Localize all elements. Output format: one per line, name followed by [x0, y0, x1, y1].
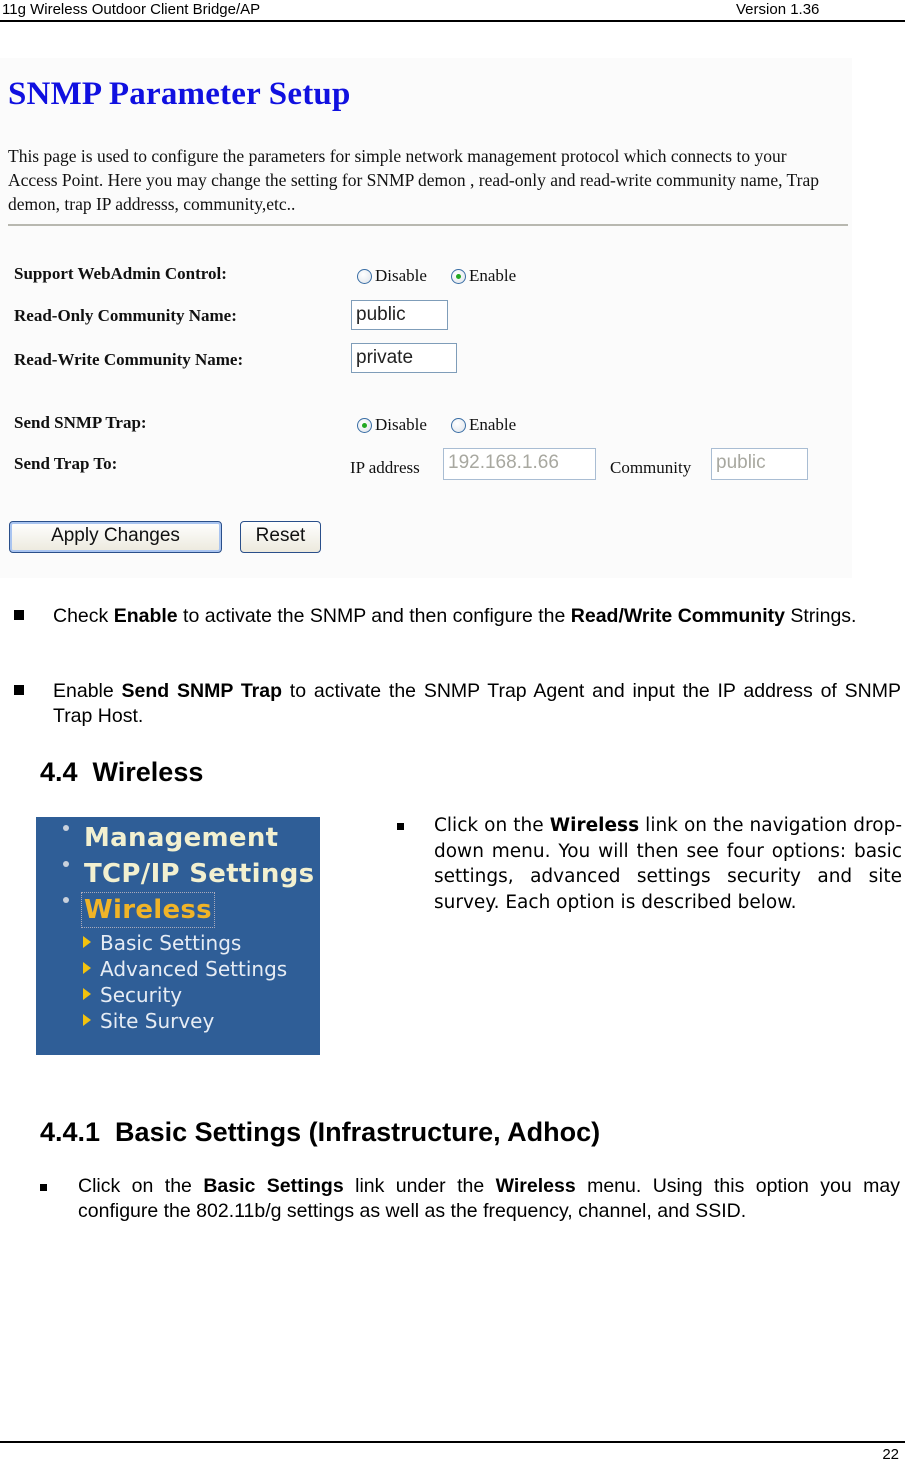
bold-term: Enable — [113, 605, 178, 627]
arrow-right-icon — [83, 936, 91, 948]
read-only-community-label: Read-Only Community Name: — [14, 306, 237, 325]
page-header: 11g Wireless Outdoor Client Bridge/AP Ve… — [0, 0, 905, 22]
bold-term: Wireless — [549, 815, 640, 836]
bullet-marker — [14, 685, 24, 695]
arrow-right-icon — [83, 988, 91, 1000]
section-heading-basic-settings: 4.4.1 Basic Settings (Infrastructure, Ad… — [40, 1117, 601, 1147]
webadmin-enable-label: Enable — [468, 266, 517, 285]
read-only-community-input[interactable]: public — [351, 300, 448, 330]
text: Click on the — [78, 1175, 204, 1197]
reset-button[interactable]: Reset — [240, 521, 321, 553]
webadmin-disable-label: Disable — [375, 266, 427, 285]
snmp-enable-instruction: Check Enable to activate the SNMP and th… — [53, 604, 901, 629]
bold-term: Basic Settings — [203, 1175, 344, 1197]
text: Strings. — [784, 605, 857, 627]
send-trap-disable-label: Disable — [375, 415, 427, 434]
snmp-page-title: SNMP Parameter Setup — [8, 76, 351, 112]
text: to activate the SNMP and then configure … — [177, 605, 571, 627]
nav-item-tcpip-settings[interactable]: TCP/IP Settings — [84, 859, 314, 889]
text: Click on the — [434, 815, 550, 836]
nav-subitem-basic-settings[interactable]: Basic Settings — [100, 931, 241, 955]
snmp-trap-instruction: Enable Send SNMP Trap to activate the SN… — [53, 679, 901, 729]
snmp-page-description: This page is used to configure the param… — [8, 146, 819, 214]
bullet-marker — [14, 610, 24, 620]
basic-settings-instruction: Click on the Basic Settings link under t… — [78, 1174, 900, 1224]
read-write-community-label: Read-Write Community Name: — [14, 350, 244, 369]
text: Check — [53, 605, 114, 627]
divider — [8, 224, 848, 226]
section-heading-wireless: 4.4 Wireless — [40, 757, 204, 787]
send-trap-disable-radio[interactable] — [357, 417, 372, 433]
nav-item-management[interactable]: Management — [84, 823, 278, 853]
nav-subitem-site-survey[interactable]: Site Survey — [100, 1009, 214, 1033]
nav-subitem-advanced-settings[interactable]: Advanced Settings — [100, 957, 287, 981]
trap-ip-address-input[interactable]: 192.168.1.66 — [443, 448, 596, 480]
text: link under the — [343, 1175, 496, 1197]
bold-term: Wireless — [495, 1175, 576, 1197]
read-write-community-input[interactable]: private — [351, 343, 457, 373]
snmp-setup-screenshot: SNMP Parameter Setup This page is used t… — [0, 58, 852, 578]
webadmin-enable-option[interactable]: Enable — [450, 266, 517, 286]
bold-term: Send SNMP Trap — [121, 680, 282, 702]
wireless-menu-instruction: Click on the Wireless link on the naviga… — [434, 813, 902, 915]
apply-changes-button[interactable]: Apply Changes — [9, 521, 222, 553]
ip-address-label: IP address — [350, 458, 420, 477]
webadmin-disable-option[interactable]: Disable — [357, 266, 427, 286]
send-snmp-trap-label: Send SNMP Trap: — [14, 413, 147, 432]
page-number: 22 — [882, 1446, 899, 1463]
bold-term: Read/Write Community — [570, 605, 785, 627]
page-footer: 22 — [0, 1441, 905, 1463]
webadmin-enable-radio[interactable] — [450, 268, 466, 284]
webadmin-disable-radio[interactable] — [357, 268, 372, 284]
webadmin-control-radio-group: Disable Enable — [357, 266, 540, 286]
text: Enable — [53, 680, 122, 702]
send-trap-enable-option[interactable]: Enable — [450, 415, 517, 435]
community-label: Community — [610, 458, 692, 477]
send-trap-enable-label: Enable — [468, 415, 517, 434]
send-trap-to-label: Send Trap To: — [14, 454, 118, 473]
bullet-dot-icon — [63, 897, 69, 903]
send-trap-radio-group: Disable Enable — [357, 415, 540, 435]
nav-subitem-security[interactable]: Security — [100, 983, 182, 1007]
trap-community-input[interactable]: public — [711, 448, 808, 480]
document-title: 11g Wireless Outdoor Client Bridge/AP — [2, 1, 261, 18]
webadmin-control-label: Support WebAdmin Control: — [14, 264, 227, 283]
arrow-right-icon — [83, 1014, 91, 1026]
nav-item-wireless[interactable]: Wireless — [81, 892, 215, 928]
bullet-dot-icon — [63, 861, 69, 867]
send-trap-enable-radio[interactable] — [450, 417, 466, 433]
bullet-marker — [397, 823, 404, 830]
arrow-right-icon — [83, 962, 91, 974]
document-version: Version 1.36 — [736, 1, 820, 18]
navigation-menu-screenshot: Management TCP/IP Settings Wireless Basi… — [36, 817, 320, 1055]
bullet-marker — [40, 1184, 47, 1191]
send-trap-disable-option[interactable]: Disable — [357, 415, 427, 435]
bullet-dot-icon — [63, 825, 69, 831]
